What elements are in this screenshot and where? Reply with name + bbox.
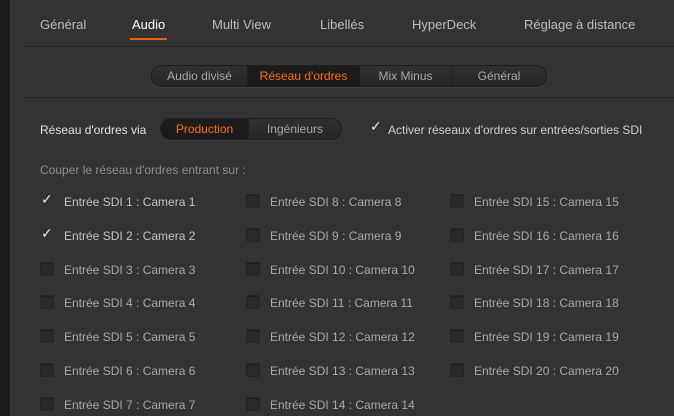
input-mute-label: Entrée SDI 1 : Camera 1 <box>64 195 196 209</box>
input-mute-checkbox[interactable]: ✓ <box>40 224 54 242</box>
input-mute-label: Entrée SDI 6 : Camera 6 <box>64 364 196 378</box>
enable-sdi-talkback-label: Activer réseaux d'ordres sur entrées/sor… <box>388 123 643 137</box>
section-divider <box>23 97 674 98</box>
input-mute-label: Entrée SDI 4 : Camera 4 <box>64 296 196 311</box>
input-mute-checkbox[interactable] <box>246 396 260 411</box>
input-mute-label: Entrée SDI 3 : Camera 3 <box>64 262 196 277</box>
input-mute-label: Entrée SDI 10 : Camera 10 <box>270 262 415 277</box>
tab-labels[interactable]: Libellés <box>320 17 364 32</box>
input-mute-checkbox[interactable] <box>246 261 260 276</box>
tab-divider <box>23 46 674 47</box>
input-mute-label: Entrée SDI 2 : Camera 2 <box>64 228 196 243</box>
input-mute-label: Entrée SDI 16 : Camera 16 <box>474 228 619 243</box>
input-mute-checkbox[interactable] <box>450 227 464 242</box>
tab-audio[interactable]: Audio <box>130 17 168 40</box>
input-mute-label: Entrée SDI 5 : Camera 5 <box>64 330 196 345</box>
tab-remote[interactable]: Réglage à distance <box>524 17 635 32</box>
talkback-engineering-option[interactable]: Ingénieurs <box>249 119 341 139</box>
input-mute-checkbox[interactable] <box>246 329 260 344</box>
input-mute-label: Entrée SDI 11 : Camera 11 <box>270 296 413 311</box>
input-mute-checkbox[interactable] <box>40 363 54 377</box>
audio-subtab-control: Audio divisé Réseau d'ordres Mix Minus G… <box>151 65 547 87</box>
check-icon: ✓ <box>41 191 53 207</box>
talkback-via-control: Production Ingénieurs <box>160 118 342 140</box>
tab-general[interactable]: Général <box>40 17 86 32</box>
tab-multi-view[interactable]: Multi View <box>212 17 271 32</box>
subtab-mix-minus[interactable]: Mix Minus <box>360 66 452 86</box>
subtab-talkback[interactable]: Réseau d'ordres <box>248 66 360 86</box>
input-mute-checkbox[interactable] <box>40 295 54 310</box>
input-mute-checkbox[interactable] <box>40 396 54 411</box>
input-mute-checkbox[interactable] <box>246 295 260 310</box>
subtab-general[interactable]: Général <box>452 66 546 86</box>
input-mute-label: Entrée SDI 19 : Camera 19 <box>474 330 619 345</box>
input-mute-label: Entrée SDI 18 : Camera 18 <box>474 296 619 311</box>
tab-hyperdeck[interactable]: HyperDeck <box>412 17 476 32</box>
input-mute-checkbox[interactable] <box>450 194 464 208</box>
input-mute-checkbox[interactable] <box>450 363 464 377</box>
check-icon: ✓ <box>41 224 53 241</box>
input-mute-label: Entrée SDI 12 : Camera 12 <box>270 330 415 345</box>
input-mute-label: Entrée SDI 7 : Camera 7 <box>64 397 196 412</box>
input-mute-checkbox[interactable] <box>246 363 260 377</box>
check-icon: ✓ <box>370 118 382 134</box>
input-mute-checkbox[interactable] <box>40 261 54 276</box>
mute-heading: Couper le réseau d'ordres entrant sur : <box>40 163 246 177</box>
input-mute-label: Entrée SDI 20 : Camera 20 <box>474 364 619 378</box>
input-mute-label: Entrée SDI 14 : Camera 14 <box>270 397 415 412</box>
talkback-via-label: Réseau d'ordres via <box>40 123 147 137</box>
input-mute-checkbox[interactable] <box>450 295 464 310</box>
input-mute-label: Entrée SDI 13 : Camera 13 <box>270 364 415 378</box>
input-mute-label: Entrée SDI 15 : Camera 15 <box>474 195 619 209</box>
input-mute-label: Entrée SDI 9 : Camera 9 <box>270 228 402 243</box>
active-tab-indicator <box>130 38 168 40</box>
talkback-production-option[interactable]: Production <box>161 119 249 139</box>
settings-panel: Général Audio Multi View Libellés HyperD… <box>10 0 674 416</box>
input-mute-checkbox[interactable]: ✓ <box>40 191 54 208</box>
input-mute-checkbox[interactable] <box>246 194 260 208</box>
enable-sdi-talkback-checkbox[interactable]: ✓ <box>369 118 383 135</box>
input-mute-label: Entrée SDI 17 : Camera 17 <box>474 262 619 277</box>
input-mute-checkbox[interactable] <box>450 261 464 276</box>
subtab-split-audio[interactable]: Audio divisé <box>152 66 248 86</box>
input-mute-checkbox[interactable] <box>40 329 54 344</box>
input-mute-checkbox[interactable] <box>450 329 464 344</box>
settings-tab-bar: Général Audio Multi View Libellés HyperD… <box>11 0 674 46</box>
input-mute-checkbox[interactable] <box>246 227 260 242</box>
input-mute-label: Entrée SDI 8 : Camera 8 <box>270 195 402 209</box>
